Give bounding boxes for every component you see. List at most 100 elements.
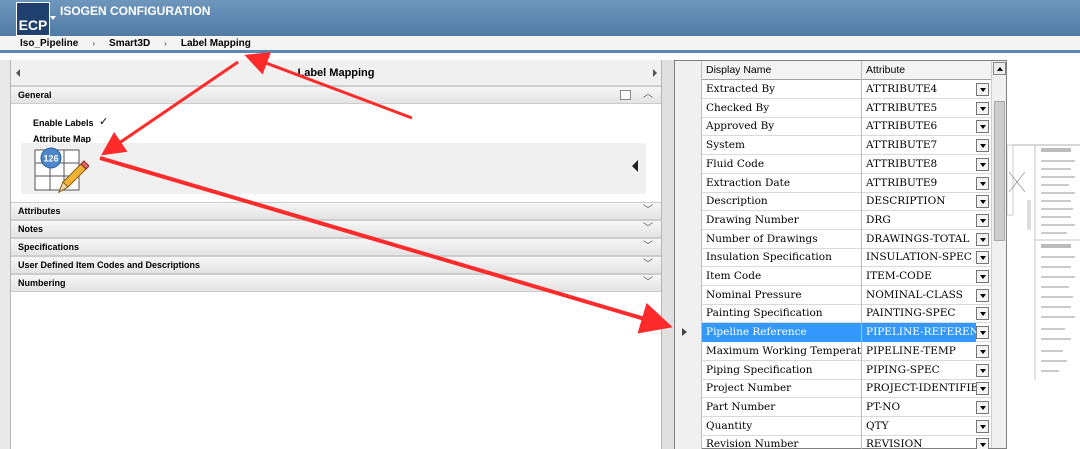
chevron-up-icon[interactable]: ︿	[643, 87, 653, 103]
display-name-cell[interactable]: Nominal Pressure	[702, 285, 862, 305]
dropdown-arrow-icon[interactable]	[976, 438, 989, 449]
row-selector-cell[interactable]	[675, 304, 702, 324]
grid-row[interactable]: Painting Specification PAINTING-SPEC	[675, 304, 993, 324]
dropdown-arrow-icon[interactable]	[976, 307, 989, 321]
display-name-cell[interactable]: Project Number	[702, 379, 862, 399]
display-name-cell[interactable]: System	[702, 136, 862, 156]
attribute-cell[interactable]: PT-NO	[862, 398, 976, 417]
column-header-display-name[interactable]: Display Name	[702, 61, 862, 80]
grid-row[interactable]: Number of Drawings DRAWINGS-TOTAL	[675, 229, 993, 249]
row-selector-cell[interactable]	[675, 98, 702, 118]
chevron-down-icon[interactable]: ﹀	[643, 275, 653, 291]
attribute-cell[interactable]: ATTRIBUTE7	[862, 136, 976, 155]
dropdown-arrow-icon[interactable]	[976, 344, 989, 358]
section-attributes-header[interactable]: Attributes ﹀	[11, 202, 661, 220]
dropdown-arrow-icon[interactable]	[976, 232, 989, 246]
row-selector-cell[interactable]	[675, 435, 702, 449]
row-selector-cell[interactable]	[675, 229, 702, 249]
row-selector-cell[interactable]	[675, 416, 702, 436]
chevron-down-icon[interactable]: ﹀	[643, 239, 653, 255]
attribute-cell[interactable]: DESCRIPTION	[862, 192, 976, 211]
grid-row[interactable]: Insulation Specification INSULATION-SPEC	[675, 248, 993, 268]
attribute-cell[interactable]: PAINTING-SPEC	[862, 304, 976, 323]
row-selector-cell[interactable]	[675, 285, 702, 305]
dropdown-arrow-icon[interactable]	[976, 251, 989, 265]
grid-row[interactable]: Piping Specification PIPING-SPEC	[675, 360, 993, 380]
attribute-cell[interactable]: ATTRIBUTE4	[862, 80, 976, 99]
dropdown-arrow-icon[interactable]	[976, 101, 989, 115]
attribute-cell[interactable]: ATTRIBUTE5	[862, 99, 976, 118]
display-name-cell[interactable]: Number of Drawings	[702, 229, 862, 249]
grid-row[interactable]: Quantity QTY	[675, 416, 993, 436]
grid-row[interactable]: Item Code ITEM-CODE	[675, 267, 993, 286]
row-selector-cell[interactable]	[675, 379, 702, 399]
row-selector-cell[interactable]	[675, 341, 702, 361]
dropdown-arrow-icon[interactable]	[976, 363, 989, 377]
display-name-cell[interactable]: Piping Specification	[702, 360, 862, 380]
attribute-cell[interactable]: PIPELINE-REFERENCE	[862, 323, 976, 343]
grid-row[interactable]: Part Number PT-NO	[675, 397, 993, 417]
attribute-cell[interactable]: INSULATION-SPEC	[862, 248, 976, 267]
row-selector-cell[interactable]	[675, 80, 702, 99]
collapse-left-icon[interactable]	[632, 160, 638, 172]
row-selector-cell[interactable]	[675, 323, 702, 343]
attribute-cell[interactable]: PIPING-SPEC	[862, 361, 976, 380]
display-name-cell[interactable]: Revision Number	[702, 435, 862, 449]
grid-row[interactable]: Project Number PROJECT-IDENTIFIER	[675, 379, 993, 399]
attribute-map-edit-icon[interactable]: 126	[33, 146, 89, 196]
dropdown-arrow-icon[interactable]	[976, 157, 989, 171]
row-selector-cell[interactable]	[675, 173, 702, 193]
breadcrumb-item-label-mapping[interactable]: Label Mapping	[181, 38, 251, 49]
display-name-cell[interactable]: Extracted By	[702, 80, 862, 99]
grid-row[interactable]: Drawing Number DRG	[675, 210, 993, 230]
panel-splitter[interactable]	[662, 60, 674, 449]
dropdown-arrow-icon[interactable]	[976, 195, 989, 209]
attribute-cell[interactable]: ATTRIBUTE6	[862, 117, 976, 136]
display-name-cell[interactable]: Drawing Number	[702, 210, 862, 230]
row-selector-cell[interactable]	[675, 210, 702, 230]
grid-row[interactable]: Approved By ATTRIBUTE6	[675, 117, 993, 137]
row-selector-cell[interactable]	[675, 360, 702, 380]
breadcrumb-item-smart3d[interactable]: Smart3D	[109, 38, 150, 49]
enable-labels-checkbox[interactable]: ✓	[99, 117, 110, 128]
display-name-cell[interactable]: Approved By	[702, 117, 862, 137]
grid-corner-cell[interactable]	[675, 61, 702, 80]
scrollbar-thumb[interactable]	[994, 101, 1005, 241]
display-name-cell[interactable]: Pipeline Reference	[702, 323, 862, 343]
grid-row[interactable]: Pipeline ReferencePIPELINE-REFERENCE	[675, 323, 993, 343]
attribute-cell[interactable]: ATTRIBUTE8	[862, 155, 976, 174]
grid-vertical-scrollbar[interactable]	[991, 61, 1006, 448]
section-general-header[interactable]: General ︿	[11, 86, 661, 104]
attribute-cell[interactable]: NOMINAL-CLASS	[862, 286, 976, 305]
grid-row[interactable]: Description DESCRIPTION	[675, 192, 993, 212]
display-name-cell[interactable]: Painting Specification	[702, 304, 862, 324]
dropdown-arrow-icon[interactable]	[976, 83, 989, 96]
section-user-defined-item-codes-header[interactable]: User Defined Item Codes and Descriptions…	[11, 256, 661, 274]
scroll-up-icon[interactable]	[993, 62, 1006, 75]
section-numbering-header[interactable]: Numbering ﹀	[11, 274, 661, 292]
grid-row[interactable]: Fluid Code ATTRIBUTE8	[675, 154, 993, 174]
scroll-right-icon[interactable]	[653, 69, 657, 77]
row-selector-cell[interactable]	[675, 117, 702, 137]
grid-row[interactable]: Revision Number REVISION	[675, 435, 993, 449]
grid-row[interactable]: System ATTRIBUTE7	[675, 136, 993, 156]
display-name-cell[interactable]: Part Number	[702, 397, 862, 417]
display-name-cell[interactable]: Fluid Code	[702, 154, 862, 174]
dropdown-arrow-icon[interactable]	[976, 326, 989, 340]
grid-row[interactable]: Extraction Date ATTRIBUTE9	[675, 173, 993, 193]
column-header-attribute[interactable]: Attribute	[862, 61, 992, 80]
ecp-logo[interactable]: ECP	[16, 2, 50, 36]
attribute-cell[interactable]: DRAWINGS-TOTAL	[862, 230, 976, 249]
dropdown-arrow-icon[interactable]	[976, 400, 989, 414]
attribute-cell[interactable]: REVISION	[862, 435, 976, 449]
row-selector-cell[interactable]	[675, 267, 702, 286]
display-name-cell[interactable]: Extraction Date	[702, 173, 862, 193]
chevron-down-icon[interactable]: ﹀	[643, 221, 653, 237]
row-selector-cell[interactable]	[675, 397, 702, 417]
chevron-down-icon[interactable]: ﹀	[643, 203, 653, 219]
breadcrumb-item-iso-pipeline[interactable]: Iso_Pipeline	[20, 38, 78, 49]
attribute-cell[interactable]: PROJECT-IDENTIFIER	[862, 379, 976, 398]
dropdown-arrow-icon[interactable]	[976, 288, 989, 302]
display-name-cell[interactable]: Checked By	[702, 98, 862, 118]
dropdown-arrow-icon[interactable]	[976, 120, 989, 134]
